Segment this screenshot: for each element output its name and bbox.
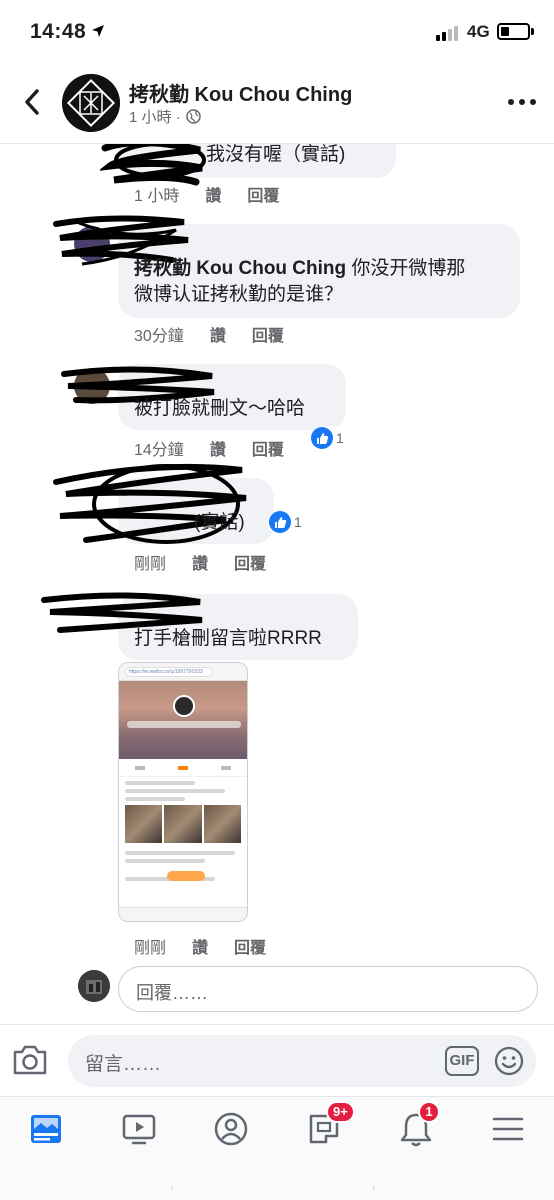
reply-link[interactable]: 回覆 — [252, 436, 284, 460]
page-name[interactable]: 拷秋勤 Kou Chou Ching — [129, 78, 352, 107]
screenshot-url: https://m.weibo.cn/u/1997791533 — [125, 667, 213, 677]
globe-icon — [185, 109, 201, 124]
post-header: 拷秋勤 Kou Chou Ching 1 小時 · — [0, 64, 554, 144]
comment-text: 我沒有喔（實話) — [206, 144, 346, 165]
reaction-count[interactable]: 1 — [268, 510, 307, 534]
browser-back-hint: ‹ — [170, 1183, 174, 1194]
comment-author-tag[interactable]: 拷秋勤 Kou Chou Ching — [134, 258, 346, 279]
screenshot-profile-banner — [119, 681, 247, 759]
signal-icon — [436, 25, 460, 41]
video-play-icon — [122, 1114, 156, 1145]
tab-profile[interactable] — [211, 1109, 251, 1149]
comment-time: 30分鐘 — [134, 328, 184, 345]
comment-meta: 30分鐘 讚 回覆 — [134, 322, 284, 346]
comment-composer: 留言…… GIF — [0, 1024, 554, 1096]
post-time-text: 1 小時 · — [129, 109, 181, 126]
comment-time: 剛剛 — [134, 940, 167, 957]
screenshot-browser-bar: https://m.weibo.cn/u/1997791533 — [119, 663, 247, 681]
tab-menu[interactable] — [488, 1109, 528, 1149]
profile-icon — [214, 1112, 248, 1146]
comment-list[interactable]: 我沒有喔（實話) 1 小時 讚 回覆 拷秋勤 Kou Chou Ching 你没… — [0, 144, 554, 1024]
more-dots-icon — [508, 99, 514, 105]
notifications-badge: 1 — [418, 1101, 440, 1123]
more-options-button[interactable] — [508, 92, 536, 112]
gif-button[interactable]: GIF — [445, 1046, 479, 1076]
camera-button[interactable] — [12, 1043, 48, 1077]
post-time: 1 小時 · — [129, 106, 201, 127]
battery-tip — [531, 28, 534, 35]
comment-text-line2: 微博认证拷秋勤的是谁？ — [134, 284, 344, 305]
comment-time: 1 小時 — [134, 188, 180, 205]
hamburger-menu-icon — [492, 1117, 524, 1141]
reaction-number: 1 — [294, 514, 302, 530]
reaction-count[interactable]: 1 — [310, 426, 349, 450]
tab-news-feed[interactable] — [26, 1109, 66, 1149]
network-label: 4G — [467, 22, 490, 41]
attached-screenshot[interactable]: https://m.weibo.cn/u/1997791533 — [118, 662, 248, 922]
comment-placeholder: 留言…… — [85, 1054, 162, 1075]
browser-forward-hint: › — [372, 1183, 376, 1194]
like-link[interactable]: 讚 — [192, 550, 208, 574]
reply-placeholder: 回覆…… — [136, 983, 208, 1003]
comment-text: (實話) — [194, 512, 245, 533]
reply-link[interactable]: 回覆 — [247, 182, 279, 206]
groups-badge: 9+ — [326, 1101, 355, 1123]
comment-input[interactable]: 留言…… GIF — [68, 1035, 536, 1087]
emoji-icon[interactable] — [494, 1046, 524, 1076]
location-arrow-icon — [92, 25, 104, 37]
chevron-left-icon — [25, 89, 39, 115]
thumbs-up-icon — [311, 427, 333, 449]
comment-text: 打手槍刪留言啦RRRR — [134, 628, 322, 649]
thumbs-up-icon — [269, 511, 291, 533]
comment-text-line1: 你没开微博那 — [346, 258, 466, 279]
bottom-tab-bar: 9+ 1 ‹ › — [0, 1096, 554, 1200]
reply-link[interactable]: 回覆 — [252, 322, 284, 346]
reaction-number: 1 — [336, 430, 344, 446]
news-feed-icon — [31, 1115, 61, 1143]
tab-watch[interactable] — [119, 1109, 159, 1149]
like-link[interactable]: 讚 — [210, 322, 226, 346]
like-link[interactable]: 讚 — [205, 182, 221, 206]
comment-text: 拷秋勤 Kou Chou Ching 你没开微博那 — [134, 256, 465, 282]
comment-text: 被打臉就刪文～哈哈 — [134, 398, 306, 419]
back-button[interactable] — [18, 86, 46, 118]
comment-meta: 剛剛 讚 回覆 — [134, 550, 266, 574]
status-time: 14:48 — [30, 20, 87, 43]
page-logo-icon — [62, 74, 120, 132]
status-bar: 14:48 4G — [0, 0, 554, 64]
reply-input[interactable]: 回覆…… — [118, 966, 538, 1012]
my-avatar — [78, 970, 110, 1002]
page-avatar[interactable] — [62, 74, 120, 132]
comment-time: 剛剛 — [134, 556, 167, 573]
battery-icon — [497, 23, 530, 40]
comment-meta: 1 小時 讚 回覆 — [134, 182, 279, 206]
like-link[interactable]: 讚 — [192, 934, 208, 958]
camera-icon — [13, 1045, 47, 1075]
reply-link[interactable]: 回覆 — [234, 550, 266, 574]
redacted-name-scribble — [53, 463, 247, 544]
comment-meta: 剛剛 讚 回覆 — [134, 934, 266, 958]
reply-link[interactable]: 回覆 — [234, 934, 266, 958]
